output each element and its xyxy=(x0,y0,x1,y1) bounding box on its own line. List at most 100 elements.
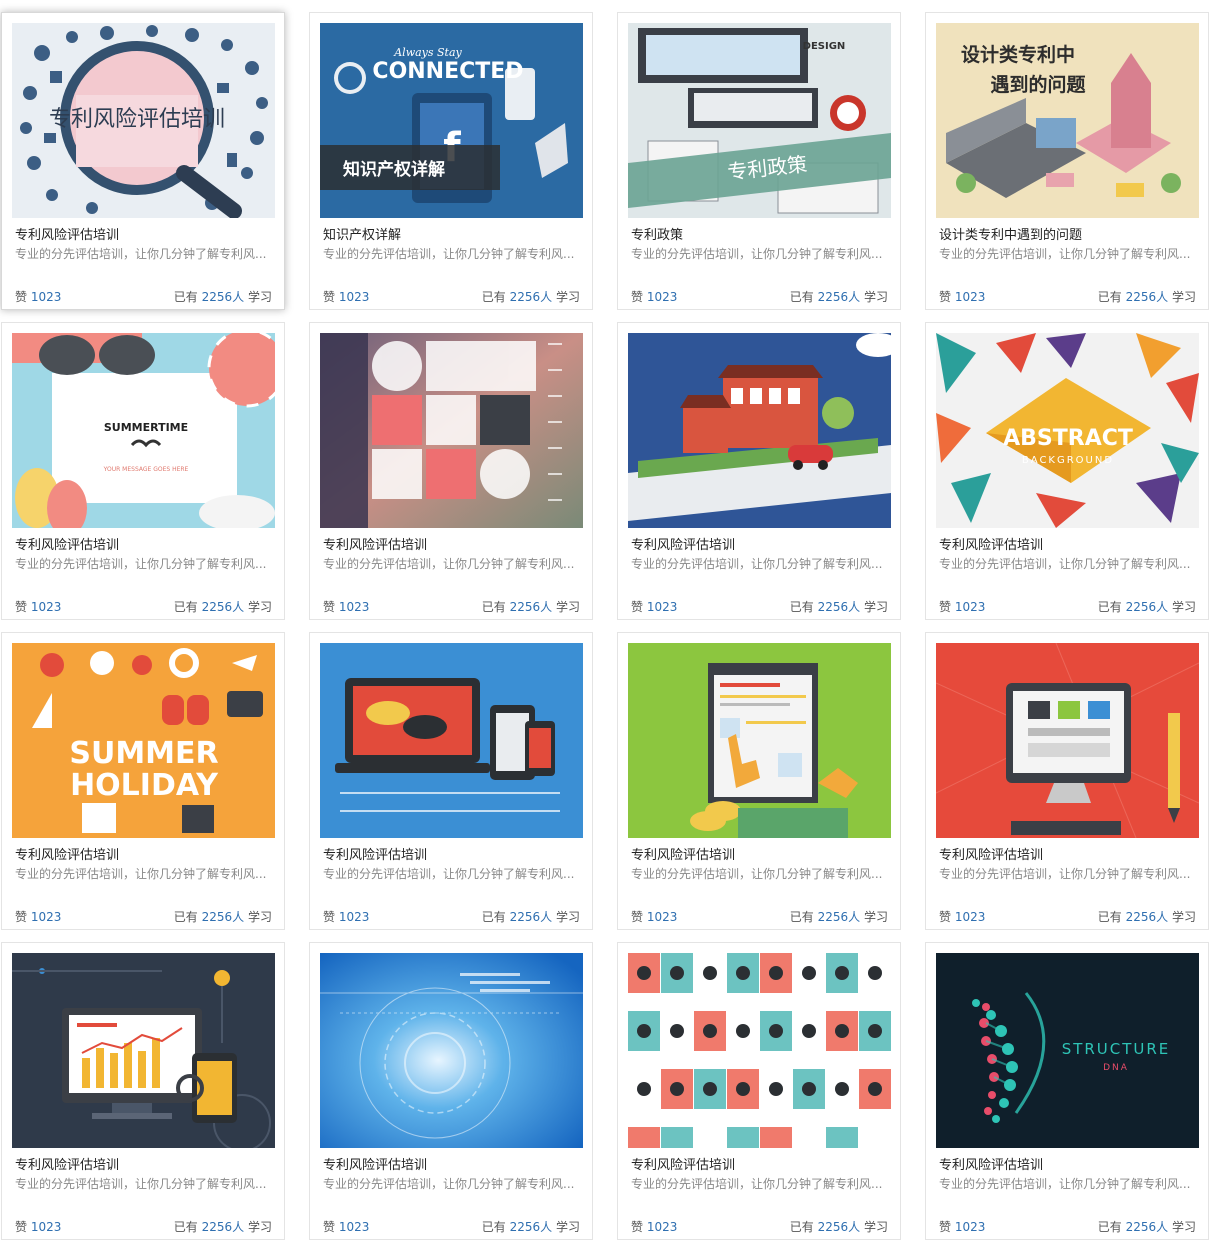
course-title[interactable]: 专利风险评估培训 xyxy=(15,1157,273,1175)
course-card[interactable]: 专利风险评估培训 专业的分先评估培训，让你几分钟了解专利风... 赞 1023 … xyxy=(925,632,1209,930)
course-card[interactable]: 专利风险评估培训 专业的分先评估培训，让你几分钟了解专利风... 赞 1023 … xyxy=(309,322,593,620)
course-card[interactable]: SUMMERTIME YOUR MESSAGE GOES HERE 专利风险评估… xyxy=(1,322,285,620)
overlay-text-2: HOLIDAY xyxy=(70,768,219,803)
course-title[interactable]: 知识产权详解 xyxy=(323,227,581,245)
course-title[interactable]: 专利风险评估培训 xyxy=(15,227,273,245)
course-description: 专业的分先评估培训，让你几分钟了解专利风... xyxy=(631,557,883,571)
course-thumbnail[interactable]: ABSTRACT BACKGROUND xyxy=(936,333,1199,528)
likes-count[interactable]: 赞 1023 xyxy=(631,909,677,925)
course-card[interactable]: 专利风险评估培训 专业的分先评估培训，让你几分钟了解专利风... 赞 1023 … xyxy=(1,942,285,1240)
overlay-caption: Always Stay xyxy=(393,46,462,59)
overlay-text: STRUCTURE xyxy=(1062,1040,1171,1058)
course-meta: 赞 1023 已有 2256人 学习 xyxy=(15,909,272,925)
course-description: 专业的分先评估培训，让你几分钟了解专利风... xyxy=(323,247,575,261)
course-thumbnail[interactable] xyxy=(320,333,583,528)
course-thumbnail[interactable] xyxy=(628,953,891,1148)
course-card[interactable]: DESIGN 专利政策 专利政策 专业的分先评估培训，让你几分钟了解专利风...… xyxy=(617,12,901,310)
course-thumbnail[interactable]: STRUCTURE DNA xyxy=(936,953,1199,1148)
course-thumbnail[interactable] xyxy=(628,643,891,838)
course-meta: 赞 1023 已有 2256人 学习 xyxy=(15,289,272,305)
course-description: 专业的分先评估培训，让你几分钟了解专利风... xyxy=(631,247,883,261)
summer-holiday-illustration: SUMMER HOLIDAY xyxy=(12,643,275,838)
likes-count[interactable]: 赞 1023 xyxy=(15,909,61,925)
course-title[interactable]: 专利风险评估培训 xyxy=(631,537,889,555)
course-description: 专业的分先评估培训，让你几分钟了解专利风... xyxy=(631,867,883,881)
likes-count[interactable]: 赞 1023 xyxy=(15,599,61,615)
course-description: 专业的分先评估培训，让你几分钟了解专利风... xyxy=(15,867,267,881)
learner-count: 已有 2256人 学习 xyxy=(173,1220,272,1234)
course-title[interactable]: 专利风险评估培训 xyxy=(939,847,1197,865)
likes-count[interactable]: 赞 1023 xyxy=(323,599,369,615)
overlay-heading: CONNECTED xyxy=(372,59,523,84)
learner-count: 已有 2256人 学习 xyxy=(1097,290,1196,304)
course-card[interactable]: f Always Stay CONNECTED 知识产权详解 知识产权详解 专业… xyxy=(309,12,593,310)
overlay-text: 知识产权详解 xyxy=(342,159,445,180)
learner-count: 已有 2256人 学习 xyxy=(1097,1220,1196,1234)
course-card[interactable]: 专利风险评估培训 专业的分先评估培训，让你几分钟了解专利风... 赞 1023 … xyxy=(309,942,593,1240)
course-thumbnail[interactable]: 设计类专利中 遇到的问题 xyxy=(936,23,1199,218)
course-meta: 赞 1023 已有 2256人 学习 xyxy=(939,599,1196,615)
course-meta: 赞 1023 已有 2256人 学习 xyxy=(631,289,888,305)
course-meta: 赞 1023 已有 2256人 学习 xyxy=(323,599,580,615)
course-thumbnail[interactable]: SUMMER HOLIDAY xyxy=(12,643,275,838)
course-description: 专业的分先评估培训，让你几分钟了解专利风... xyxy=(323,1177,575,1191)
learner-count: 已有 2256人 学习 xyxy=(173,600,272,614)
course-title[interactable]: 专利风险评估培训 xyxy=(15,537,273,555)
course-title[interactable]: 专利风险评估培训 xyxy=(323,537,581,555)
course-thumbnail[interactable]: SUMMERTIME YOUR MESSAGE GOES HERE xyxy=(12,333,275,528)
course-thumbnail[interactable] xyxy=(628,333,891,528)
course-title[interactable]: 专利风险评估培训 xyxy=(939,537,1197,555)
course-title[interactable]: 设计类专利中遇到的问题 xyxy=(939,227,1197,245)
likes-count[interactable]: 赞 1023 xyxy=(323,289,369,305)
course-thumbnail[interactable]: f Always Stay CONNECTED 知识产权详解 xyxy=(320,23,583,218)
learner-count: 已有 2256人 学习 xyxy=(481,1220,580,1234)
overlay-caption: YOUR MESSAGE GOES HERE xyxy=(103,466,189,473)
devices-illustration xyxy=(320,643,583,838)
learner-count: 已有 2256人 学习 xyxy=(1097,600,1196,614)
tech-blue-illustration xyxy=(320,953,583,1148)
likes-count[interactable]: 赞 1023 xyxy=(15,289,61,305)
likes-count[interactable]: 赞 1023 xyxy=(939,599,985,615)
course-thumbnail[interactable] xyxy=(936,643,1199,838)
course-card[interactable]: 专利风险评估培训 专业的分先评估培训，让你几分钟了解专利风... 赞 1023 … xyxy=(617,322,901,620)
course-meta: 赞 1023 已有 2256人 学习 xyxy=(631,599,888,615)
course-thumbnail[interactable]: DESIGN 专利政策 xyxy=(628,23,891,218)
course-meta: 赞 1023 已有 2256人 学习 xyxy=(939,1219,1196,1235)
course-title[interactable]: 专利风险评估培训 xyxy=(15,847,273,865)
learner-count: 已有 2256人 学习 xyxy=(789,910,888,924)
learner-count: 已有 2256人 学习 xyxy=(481,600,580,614)
course-title[interactable]: 专利政策 xyxy=(631,227,889,245)
likes-count[interactable]: 赞 1023 xyxy=(939,909,985,925)
course-card[interactable]: ABSTRACT BACKGROUND 专利风险评估培训 专业的分先评估培训，让… xyxy=(925,322,1209,620)
course-card[interactable]: 专利风险评估培训 专业的分先评估培训，让你几分钟了解专利风... 赞 1023 … xyxy=(617,942,901,1240)
likes-count[interactable]: 赞 1023 xyxy=(323,909,369,925)
likes-count[interactable]: 赞 1023 xyxy=(631,1219,677,1235)
course-card[interactable]: STRUCTURE DNA 专利风险评估培训 专业的分先评估培训，让你几分钟了解… xyxy=(925,942,1209,1240)
course-meta: 赞 1023 已有 2256人 学习 xyxy=(939,289,1196,305)
course-title[interactable]: 专利风险评估培训 xyxy=(323,1157,581,1175)
overlay-text: 设计类专利中 xyxy=(961,43,1075,66)
course-card[interactable]: SUMMER HOLIDAY 专利风险评估培训 专业的分先评估培训，让你几分钟了… xyxy=(1,632,285,930)
course-thumbnail[interactable] xyxy=(12,953,275,1148)
overlay-text: ABSTRACT xyxy=(1003,426,1133,451)
course-card[interactable]: 专利风险评估培训 专业的分先评估培训，让你几分钟了解专利风... 赞 1023 … xyxy=(309,632,593,930)
course-title[interactable]: 专利风险评估培训 xyxy=(939,1157,1197,1175)
course-title[interactable]: 专利风险评估培训 xyxy=(631,847,889,865)
course-thumbnail[interactable] xyxy=(320,643,583,838)
course-thumbnail[interactable] xyxy=(320,953,583,1148)
course-thumbnail[interactable]: 专利风险评估培训 xyxy=(12,23,275,218)
course-description: 专业的分先评估培训，让你几分钟了解专利风... xyxy=(939,1177,1191,1191)
course-title[interactable]: 专利风险评估培训 xyxy=(631,1157,889,1175)
course-card[interactable]: 专利风险评估培训 专业的分先评估培训，让你几分钟了解专利风... 赞 1023 … xyxy=(617,632,901,930)
course-card[interactable]: 专利风险评估培训 专利风险评估培训 专业的分先评估培训，让你几分钟了解专利风..… xyxy=(1,12,285,310)
likes-count[interactable]: 赞 1023 xyxy=(15,1219,61,1235)
course-meta: 赞 1023 已有 2256人 学习 xyxy=(323,909,580,925)
likes-count[interactable]: 赞 1023 xyxy=(631,599,677,615)
likes-count[interactable]: 赞 1023 xyxy=(323,1219,369,1235)
course-title[interactable]: 专利风险评估培训 xyxy=(323,847,581,865)
likes-count[interactable]: 赞 1023 xyxy=(939,1219,985,1235)
monitor-pencil-illustration xyxy=(936,643,1199,838)
likes-count[interactable]: 赞 1023 xyxy=(939,289,985,305)
course-card[interactable]: 设计类专利中 遇到的问题 设计类专利中遇到的问题 专业的分先评估培训，让你几分钟… xyxy=(925,12,1209,310)
likes-count[interactable]: 赞 1023 xyxy=(631,289,677,305)
